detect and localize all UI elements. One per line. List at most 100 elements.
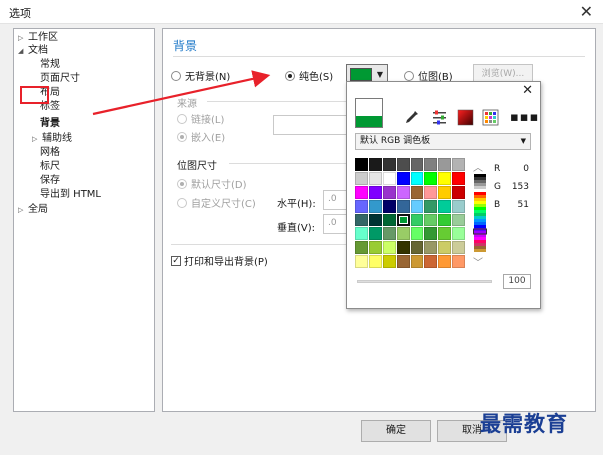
color-swatch[interactable]	[424, 199, 438, 213]
strip-swatch[interactable]	[474, 219, 486, 223]
color-swatch[interactable]	[355, 171, 368, 185]
strip-swatch[interactable]	[474, 180, 486, 184]
color-swatch[interactable]	[396, 241, 410, 255]
strip-swatch[interactable]	[474, 198, 486, 202]
color-swatch[interactable]	[410, 241, 424, 255]
color-swatch[interactable]	[424, 171, 438, 185]
color-swatch[interactable]	[438, 227, 452, 241]
color-swatch[interactable]	[410, 158, 424, 171]
color-swatch[interactable]	[452, 171, 465, 185]
strip-swatch[interactable]	[474, 201, 486, 205]
color-swatch[interactable]	[396, 227, 410, 241]
color-swatch[interactable]	[368, 171, 382, 185]
color-swatch[interactable]	[438, 199, 452, 213]
color-swatch[interactable]	[368, 227, 382, 241]
color-swatch[interactable]	[396, 158, 410, 171]
color-swatch[interactable]	[368, 241, 382, 255]
strip-swatch[interactable]	[474, 249, 486, 253]
strip-swatch[interactable]	[474, 237, 486, 241]
strip-swatch[interactable]	[474, 225, 486, 229]
color-swatch[interactable]	[396, 199, 410, 213]
color-swatch[interactable]	[355, 255, 368, 268]
color-swatch[interactable]	[410, 171, 424, 185]
palette-grid-icon[interactable]	[482, 109, 499, 126]
color-swatch[interactable]	[396, 255, 410, 268]
color-swatch[interactable]	[424, 255, 438, 268]
tint-slider[interactable]	[357, 280, 492, 283]
color-swatch[interactable]	[368, 158, 382, 171]
color-swatch[interactable]	[438, 185, 452, 199]
strip-swatch[interactable]	[474, 177, 486, 181]
color-swatch[interactable]	[424, 185, 438, 199]
strip-swatch[interactable]	[474, 186, 486, 190]
color-swatch[interactable]	[355, 158, 368, 171]
strip-swatch[interactable]	[474, 174, 486, 178]
tint-value[interactable]: 100	[503, 274, 531, 289]
color-swatch[interactable]	[382, 199, 396, 213]
color-swatch[interactable]	[452, 255, 465, 268]
scroll-down-icon[interactable]: ﹀	[471, 254, 485, 269]
color-swatch[interactable]	[382, 255, 396, 268]
color-swatch[interactable]	[410, 227, 424, 241]
color-swatch[interactable]	[396, 171, 410, 185]
strip-swatch[interactable]	[474, 204, 486, 208]
strip-swatch[interactable]	[474, 228, 486, 232]
color-swatch[interactable]	[368, 199, 382, 213]
strip-swatch[interactable]	[474, 189, 486, 193]
color-swatch[interactable]	[396, 213, 410, 227]
palette-dropdown[interactable]: 默认 RGB 调色板 ▼	[355, 133, 531, 150]
color-swatch[interactable]	[424, 158, 438, 171]
color-swatch[interactable]	[355, 241, 368, 255]
color-swatch[interactable]	[452, 213, 465, 227]
color-swatch[interactable]	[438, 241, 452, 255]
color-swatch[interactable]	[368, 213, 382, 227]
color-swatch[interactable]	[410, 255, 424, 268]
mixer-sliders-icon[interactable]	[431, 109, 448, 126]
color-swatch[interactable]	[438, 213, 452, 227]
color-swatch[interactable]	[396, 185, 410, 199]
color-swatch[interactable]	[452, 185, 465, 199]
palette-strip[interactable]	[473, 174, 487, 253]
strip-swatch[interactable]	[474, 216, 486, 220]
strip-swatch[interactable]	[474, 222, 486, 226]
color-swatch[interactable]	[382, 158, 396, 171]
color-swatch[interactable]	[452, 241, 465, 255]
color-swatch[interactable]	[355, 213, 368, 227]
close-icon[interactable]: ✕	[522, 83, 533, 98]
strip-swatch[interactable]	[474, 210, 486, 214]
color-swatch[interactable]	[410, 213, 424, 227]
color-swatch[interactable]	[368, 185, 382, 199]
color-swatch[interactable]	[368, 255, 382, 268]
color-swatch[interactable]	[355, 185, 368, 199]
color-swatch[interactable]	[438, 255, 452, 268]
color-swatch[interactable]	[382, 185, 396, 199]
strip-swatch[interactable]	[474, 240, 486, 244]
color-viewer-icon[interactable]	[457, 109, 474, 126]
color-swatch[interactable]	[452, 199, 465, 213]
strip-swatch[interactable]	[474, 183, 486, 187]
color-swatch[interactable]	[424, 227, 438, 241]
swatch-grid[interactable]	[355, 158, 465, 268]
more-icon[interactable]: ▪▪▪	[510, 109, 538, 126]
color-swatch[interactable]	[438, 158, 452, 171]
eyedropper-icon[interactable]	[403, 109, 420, 126]
color-swatch[interactable]	[382, 213, 396, 227]
color-swatch[interactable]	[355, 227, 368, 241]
color-swatch[interactable]	[382, 241, 396, 255]
color-swatch[interactable]	[382, 227, 396, 241]
strip-swatch[interactable]	[474, 195, 486, 199]
strip-swatch[interactable]	[474, 246, 486, 250]
strip-swatch[interactable]	[474, 213, 486, 217]
strip-swatch[interactable]	[474, 243, 486, 247]
color-swatch[interactable]	[410, 185, 424, 199]
color-swatch[interactable]	[355, 199, 368, 213]
color-swatch[interactable]	[382, 171, 396, 185]
strip-swatch[interactable]	[474, 207, 486, 211]
color-swatch[interactable]	[410, 199, 424, 213]
color-swatch[interactable]	[452, 158, 465, 171]
strip-swatch[interactable]	[474, 192, 486, 196]
scroll-up-icon[interactable]: ︿	[471, 159, 485, 174]
color-swatch[interactable]	[424, 241, 438, 255]
color-swatch[interactable]	[424, 213, 438, 227]
color-swatch[interactable]	[452, 227, 465, 241]
